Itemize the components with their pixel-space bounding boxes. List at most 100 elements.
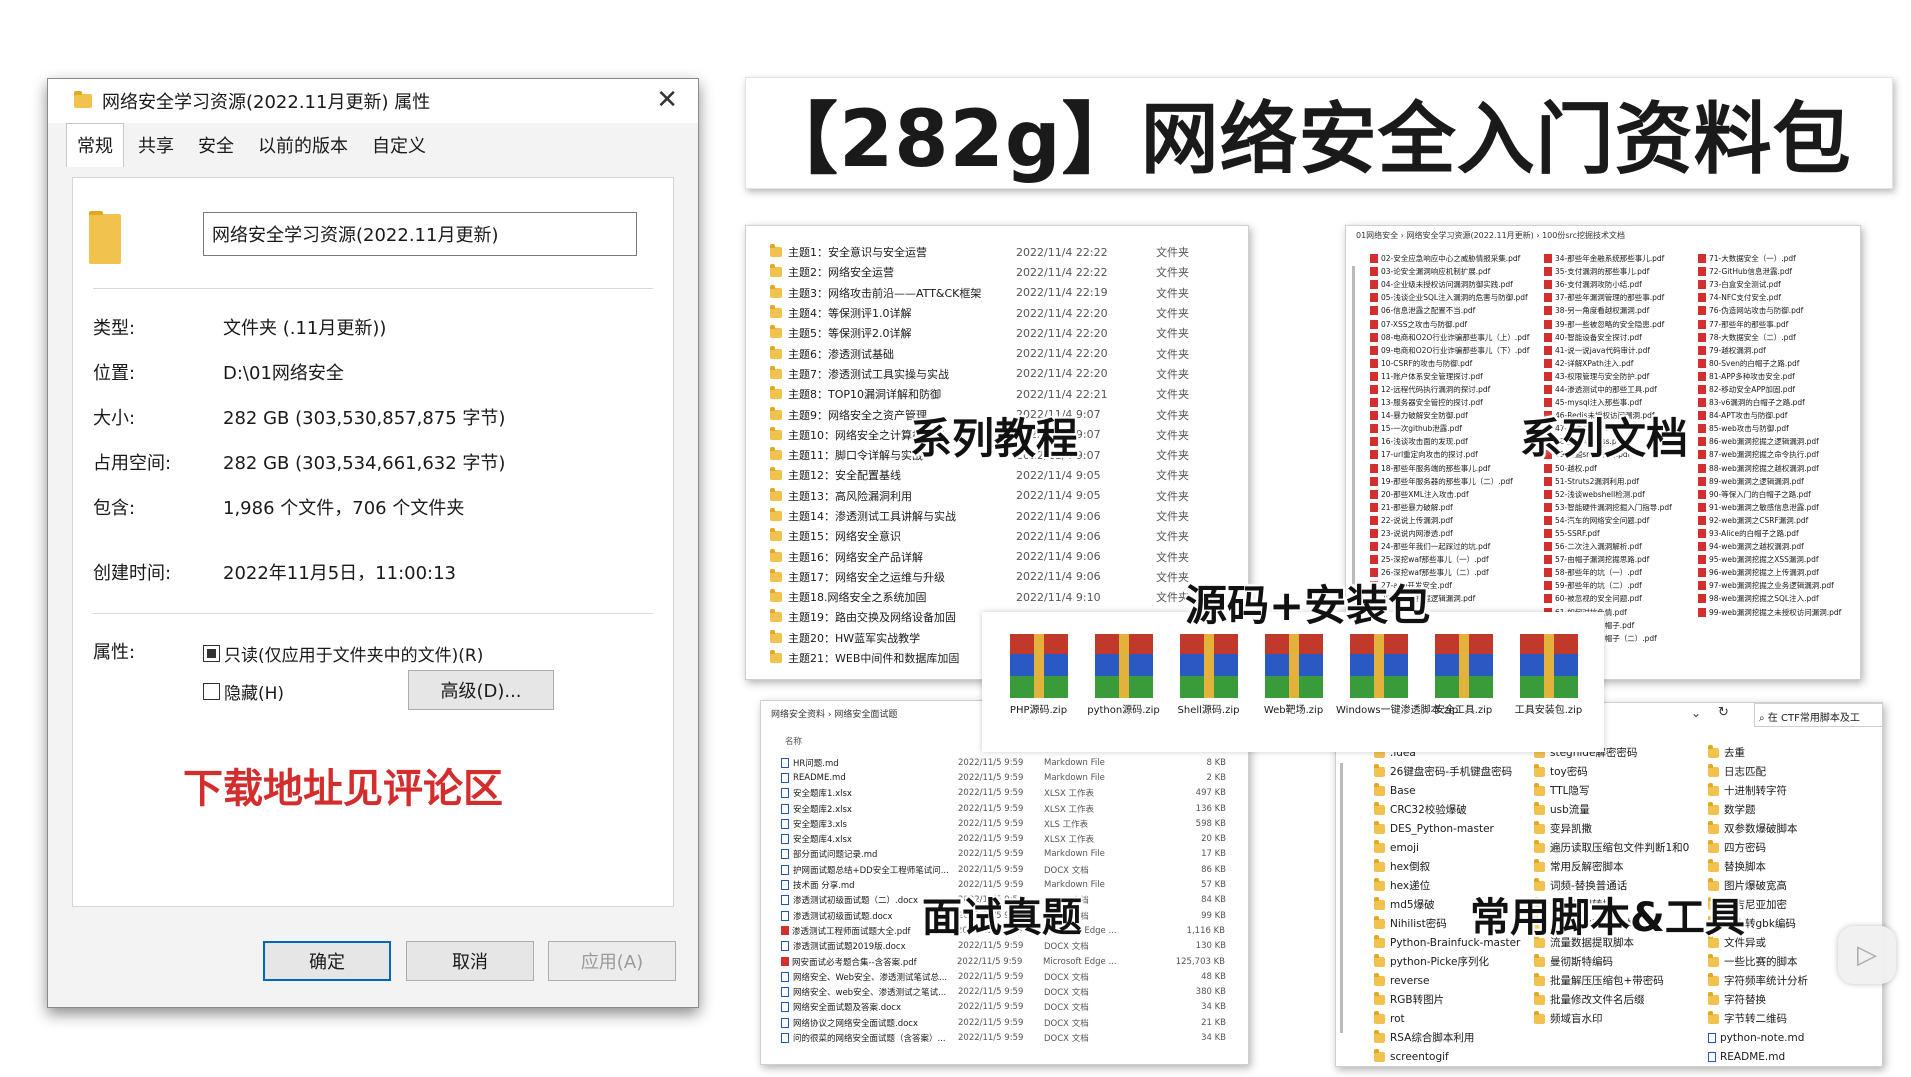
doc-item[interactable]: 24-那些年我们一起踩过的坑.pdf <box>1370 540 1530 553</box>
interview-row[interactable]: 问的很菜的网络安全面试题（含答案）... 2022/11/5 9:59 DOCX 文… <box>781 1030 1241 1045</box>
interview-row[interactable]: 网络协议之网络安全面试题.docx 2022/11/5 9:59 DOCX 文档 21… <box>781 1015 1241 1030</box>
interview-row[interactable]: 安全题库1.xlsx 2022/11/5 9:59 XLSX 工作表 497 KB <box>781 786 1241 801</box>
doc-item[interactable]: 21-那些暴力破解.pdf <box>1370 501 1530 514</box>
doc-item[interactable]: 54-汽车的网络安全问题.pdf <box>1544 514 1704 527</box>
doc-item[interactable]: 83-v6漏洞的白帽子之路.pdf <box>1698 396 1858 409</box>
interview-row[interactable]: 安全题库2.xlsx 2022/11/5 9:59 XLSX 工作表 136 KB <box>781 801 1241 816</box>
doc-item[interactable]: 13-服务器安全管控的探讨.pdf <box>1370 396 1530 409</box>
doc-item[interactable]: 19-那些年服务器的那些事儿（二）.pdf <box>1370 475 1530 488</box>
tool-item[interactable]: 数学题 <box>1708 800 1878 819</box>
tutorial-row[interactable]: 主题12：安全配置基线 2022/11/4 9:05 文件夹 <box>770 465 1240 485</box>
zip-item[interactable]: 安全工具.zip <box>1421 634 1506 717</box>
tool-item[interactable]: 去重 <box>1708 743 1878 762</box>
tool-item[interactable]: CRC32校验爆破 <box>1374 800 1534 819</box>
tool-item[interactable]: python-note.md <box>1708 1028 1878 1047</box>
doc-item[interactable]: 72-GitHub信息泄露.pdf <box>1698 265 1858 278</box>
doc-item[interactable]: 79-越权漏洞.pdf <box>1698 344 1858 357</box>
zip-item[interactable]: 工具安装包.zip <box>1506 634 1591 717</box>
interview-row[interactable]: 网络安全、web安全、渗透测试之笔试... 2022/11/5 9:59 DOCX … <box>781 984 1241 999</box>
doc-item[interactable]: 12-远程代码执行漏洞的探讨.pdf <box>1370 383 1530 396</box>
doc-item[interactable]: 23-说说内网渗透.pdf <box>1370 527 1530 540</box>
doc-item[interactable]: 20-那些XML注入攻击.pdf <box>1370 488 1530 501</box>
tutorial-row[interactable]: 主题2：网络安全运营 2022/11/4 22:22 文件夹 <box>770 262 1240 282</box>
doc-item[interactable]: 39-那一些被忽略的安全隐患.pdf <box>1544 317 1704 330</box>
doc-item[interactable]: 22-说说上传漏洞.pdf <box>1370 514 1530 527</box>
chevron-down-icon[interactable]: ⌄ <box>1691 706 1701 720</box>
doc-item[interactable]: 78-大数据安全（二）.pdf <box>1698 331 1858 344</box>
doc-item[interactable]: 15-一次github泄露.pdf <box>1370 422 1530 435</box>
apply-button[interactable]: 应用(A) <box>548 941 676 981</box>
tool-item[interactable]: 频域盲水印 <box>1534 1009 1714 1028</box>
doc-item[interactable]: 56-二次注入漏洞解析.pdf <box>1544 540 1704 553</box>
tool-item[interactable]: RGB转图片 <box>1374 990 1534 1009</box>
tool-item[interactable]: 日志匹配 <box>1708 762 1878 781</box>
doc-item[interactable]: 16-浅谈攻击面的发现.pdf <box>1370 435 1530 448</box>
doc-item[interactable]: 90-等保入门的白帽子之路.pdf <box>1698 488 1858 501</box>
doc-item[interactable]: 86-web漏洞挖掘之逻辑漏洞.pdf <box>1698 435 1858 448</box>
zip-item[interactable]: PHP源码.zip <box>996 634 1081 717</box>
doc-item[interactable]: 71-大数据安全（一）.pdf <box>1698 252 1858 265</box>
tutorial-row[interactable]: 主题8：TOP10漏洞详解和防御 2022/11/4 22:21 文件夹 <box>770 384 1240 404</box>
tutorial-row[interactable]: 主题14：渗透测试工具讲解与实战 2022/11/4 9:06 文件夹 <box>770 506 1240 526</box>
interview-row[interactable]: 安全题库4.xlsx 2022/11/5 9:59 XLSX 工作表 20 KB <box>781 831 1241 846</box>
tool-item[interactable]: 字符替换 <box>1708 990 1878 1009</box>
doc-item[interactable]: 97-web漏洞挖掘之业务逻辑漏洞.pdf <box>1698 579 1858 592</box>
tutorial-row[interactable]: 主题17：网络安全之运维与升级 2022/11/4 9:06 文件夹 <box>770 567 1240 587</box>
tool-item[interactable]: 26键盘密码-手机键盘密码 <box>1374 762 1534 781</box>
tutorial-row[interactable]: 主题4：等保测评1.0详解 2022/11/4 22:20 文件夹 <box>770 303 1240 323</box>
doc-item[interactable]: 73-白盒安全测试.pdf <box>1698 278 1858 291</box>
tool-item[interactable]: 批量修改文件名后缀 <box>1534 990 1714 1009</box>
interview-row[interactable]: 护网面试题总结+DD安全工程师笔试问... 2022/11/5 9:59 DOCX … <box>781 862 1241 877</box>
tutorial-row[interactable]: 主题15：网络安全意识 2022/11/4 9:06 文件夹 <box>770 526 1240 546</box>
tools-search-box[interactable]: ⌕ 在 CTF常用脚本及工 <box>1754 703 1882 727</box>
zip-item[interactable]: Shell源码.zip <box>1166 634 1251 717</box>
column-header-name[interactable]: 名称 <box>785 735 802 747</box>
doc-item[interactable]: 55-SSRF.pdf <box>1544 527 1704 540</box>
tutorial-row[interactable]: 主题3：网络攻击前沿——ATT&CK框架 2022/11/4 22:19 文件夹 <box>770 283 1240 303</box>
close-icon[interactable]: ✕ <box>656 85 678 115</box>
doc-item[interactable]: 89-web漏洞之逻辑漏洞.pdf <box>1698 475 1858 488</box>
doc-item[interactable]: 51-Struts2漏洞利用.pdf <box>1544 475 1704 488</box>
tool-item[interactable]: screentogif <box>1374 1047 1534 1066</box>
doc-item[interactable]: 98-web漏洞挖掘之SQL注入.pdf <box>1698 592 1858 605</box>
doc-item[interactable]: 03-论安全漏洞响应机制扩展.pdf <box>1370 265 1530 278</box>
doc-item[interactable]: 82-移动安全APP加固.pdf <box>1698 383 1858 396</box>
interview-row[interactable]: 安全题库3.xls 2022/11/5 9:59 XLS 工作表 598 KB <box>781 816 1241 831</box>
doc-item[interactable]: 96-web漏洞挖掘之上传漏洞.pdf <box>1698 566 1858 579</box>
doc-item[interactable]: 07-XSS之攻击与防御.pdf <box>1370 317 1530 330</box>
doc-item[interactable]: 38-另一角度看越权漏洞.pdf <box>1544 304 1704 317</box>
doc-item[interactable]: 91-web漏洞之敏感信息泄露.pdf <box>1698 501 1858 514</box>
doc-item[interactable]: 59-那些年的坑（二）.pdf <box>1544 579 1704 592</box>
doc-item[interactable]: 06-信息泄露之配置不当.pdf <box>1370 304 1530 317</box>
doc-item[interactable]: 14-暴力破解安全防御.pdf <box>1370 409 1530 422</box>
folder-name-input[interactable]: 网络安全学习资源(2022.11月更新) <box>203 212 637 256</box>
zip-item[interactable]: Web靶场.zip <box>1251 634 1336 717</box>
tutorial-row[interactable]: 主题13：高风险漏洞利用 2022/11/4 9:05 文件夹 <box>770 486 1240 506</box>
doc-item[interactable]: 74-NFC支付安全.pdf <box>1698 291 1858 304</box>
doc-item[interactable]: 57-由帽子漏洞挖掘思路.pdf <box>1544 553 1704 566</box>
tool-item[interactable]: 曼彻斯特编码 <box>1534 952 1714 971</box>
doc-item[interactable]: 92-web漏洞之CSRF漏洞.pdf <box>1698 514 1858 527</box>
tutorial-row[interactable]: 主题5：等保测评2.0详解 2022/11/4 22:20 文件夹 <box>770 323 1240 343</box>
tool-item[interactable]: 批量解压压缩包+带密码 <box>1534 971 1714 990</box>
doc-item[interactable]: 93-Alice的白帽子之路.pdf <box>1698 527 1858 540</box>
hidden-checkbox[interactable]: 隐藏(H) <box>203 679 284 704</box>
doc-item[interactable]: 04-企业级未授权访问漏洞防御实践.pdf <box>1370 278 1530 291</box>
tool-item[interactable]: 字节转二维码 <box>1708 1009 1878 1028</box>
tool-item[interactable]: TTL隐写 <box>1534 781 1714 800</box>
doc-item[interactable]: 85-web攻击与防御.pdf <box>1698 422 1858 435</box>
tool-item[interactable]: 变异凯撒 <box>1534 819 1714 838</box>
tool-item[interactable]: DES_Python-master <box>1374 819 1534 838</box>
interview-row[interactable]: HR问题.md 2022/11/5 9:59 Markdown File 8 KB <box>781 755 1241 770</box>
tutorial-row[interactable]: 主题6：渗透测试基础 2022/11/4 22:20 文件夹 <box>770 343 1240 363</box>
interview-row[interactable]: 网安面试必考题合集--含答案.pdf 2022/11/5 9:59 Microsof… <box>781 954 1241 969</box>
doc-item[interactable]: 60-被忽视的安全问题.pdf <box>1544 592 1704 605</box>
readonly-checkbox[interactable]: 只读(仅应用于文件夹中的文件)(R) <box>203 641 483 666</box>
tool-item[interactable]: 替换脚本 <box>1708 857 1878 876</box>
doc-item[interactable]: 95-web漏洞挖掘之XSS漏洞.pdf <box>1698 553 1858 566</box>
tool-item[interactable]: emoji <box>1374 838 1534 857</box>
doc-item[interactable]: 84-APT攻击与防御.pdf <box>1698 409 1858 422</box>
tool-item[interactable]: README.md <box>1708 1047 1878 1066</box>
doc-item[interactable]: 94-web漏洞之越权漏洞.pdf <box>1698 540 1858 553</box>
play-button[interactable]: ▷ <box>1838 926 1896 984</box>
